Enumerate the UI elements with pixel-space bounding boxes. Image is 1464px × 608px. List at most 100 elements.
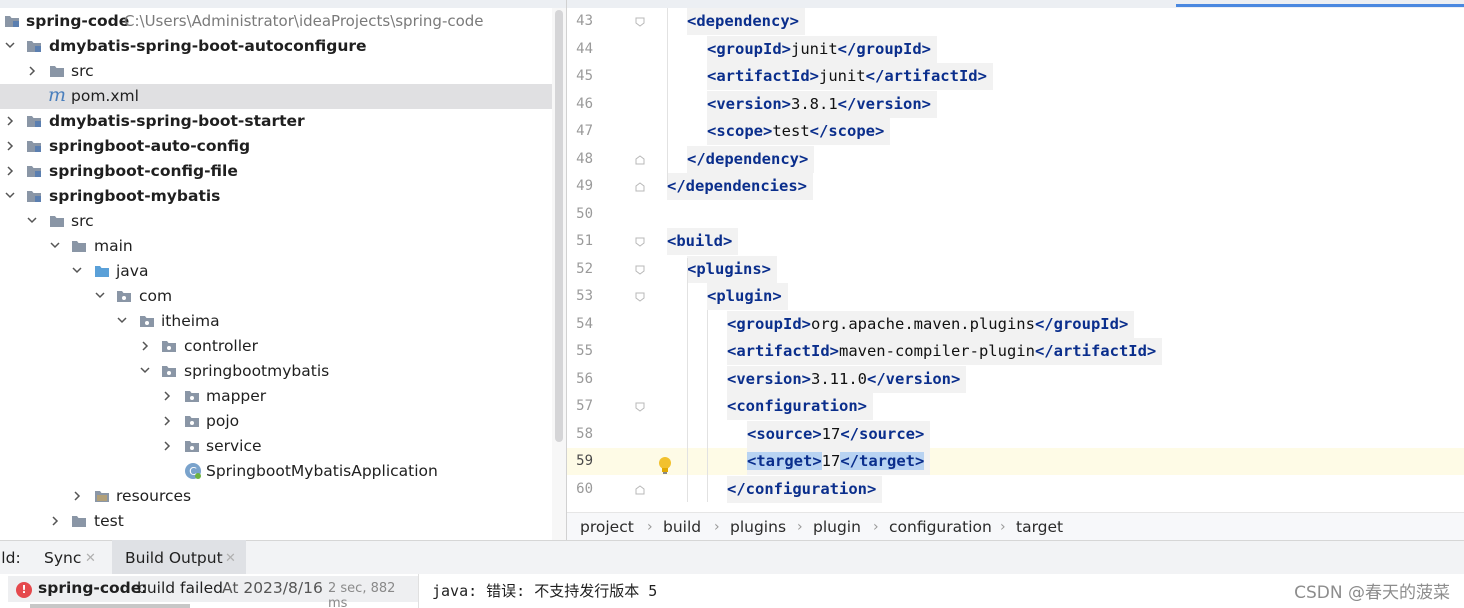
code-line[interactable]: 54 <groupId>org.apache.maven.plugins</gro… <box>567 310 1464 338</box>
close-icon[interactable]: ✕ <box>225 551 236 566</box>
code-line[interactable]: 60 </configuration> <box>567 475 1464 503</box>
tree-scrollbar-thumb[interactable] <box>555 10 563 442</box>
code-line[interactable]: 58 <source>17</source> <box>567 420 1464 448</box>
code-text[interactable]: <version>3.8.1</version> <box>707 90 937 118</box>
chevron-right-icon[interactable] <box>162 415 172 427</box>
code-text[interactable]: <artifactId>maven-compiler-plugin</artif… <box>727 338 1163 365</box>
code-text[interactable]: <plugin> <box>707 283 788 310</box>
tree-item-folder[interactable]: src <box>0 59 552 84</box>
tree-item-module[interactable]: springboot-mybatis <box>0 184 552 209</box>
fold-open-icon[interactable] <box>635 237 645 247</box>
chevron-right-icon[interactable] <box>140 340 150 352</box>
fold-close-icon[interactable] <box>635 484 645 495</box>
code-text[interactable]: <build> <box>667 228 739 255</box>
code-text[interactable]: <version>3.11.0</version> <box>727 365 967 393</box>
code-text[interactable]: <dependency> <box>687 8 805 35</box>
fold-open-icon[interactable] <box>635 292 645 302</box>
tree-item-module[interactable]: dmybatis-spring-boot-autoconfigure <box>0 34 552 59</box>
tree-item-class[interactable]: C SpringbootMybatisApplication <box>0 459 552 484</box>
fold-open-icon[interactable] <box>635 402 645 412</box>
code-text[interactable]: <configuration> <box>727 393 873 420</box>
chevron-right-icon[interactable] <box>162 390 172 402</box>
tree-item-package[interactable]: com <box>0 284 552 309</box>
code-line[interactable]: 56 <version>3.11.0</version> <box>567 365 1464 393</box>
chevron-down-icon[interactable] <box>5 190 15 202</box>
chevron-right-icon[interactable] <box>27 65 37 77</box>
chevron-right-icon[interactable] <box>162 440 172 452</box>
build-result-row[interactable]: ! spring-code: build failed At 2023/8/16… <box>8 576 418 608</box>
chevron-down-icon[interactable] <box>117 315 127 327</box>
code-text[interactable]: <artifactId>junit</artifactId> <box>707 63 993 90</box>
fold-open-icon[interactable] <box>635 17 645 27</box>
tab-sync[interactable]: Sync <box>44 549 81 567</box>
build-tree[interactable]: ! spring-code: build failed At 2023/8/16… <box>0 574 419 608</box>
chevron-down-icon[interactable] <box>72 265 82 277</box>
project-tree[interactable]: spring-code C:\Users\Administrator\ideaP… <box>0 0 566 540</box>
code-editor[interactable]: 43 <dependency> 44 <groupId>junit</groupId>… <box>567 8 1464 512</box>
tree-item-package[interactable]: controller <box>0 334 552 359</box>
chevron-down-icon[interactable] <box>5 40 15 52</box>
chevron-down-icon[interactable] <box>95 290 105 302</box>
breadcrumb-item[interactable]: plugin <box>813 518 861 536</box>
code-line[interactable]: 53 <plugin> <box>567 283 1464 310</box>
code-line[interactable]: 50 <box>567 201 1464 228</box>
code-line[interactable]: 59 <target>17</target> <box>567 448 1464 475</box>
close-icon[interactable]: ✕ <box>85 551 96 566</box>
code-line[interactable]: 55 <artifactId>maven-compiler-plugin</art… <box>567 338 1464 365</box>
code-line[interactable]: 51 <build> <box>567 228 1464 255</box>
code-text[interactable]: </dependency> <box>687 145 815 173</box>
chevron-down-icon[interactable] <box>50 240 60 252</box>
code-text[interactable]: <scope>test</scope> <box>707 118 891 145</box>
build-output-console[interactable]: java: 错误: 不支持发行版本 5 CSDN @春天的菠菜 <box>419 574 1464 608</box>
lightbulb-icon[interactable] <box>656 456 674 476</box>
code-text[interactable]: <source>17</source> <box>747 420 931 448</box>
tree-item-folder[interactable]: java <box>0 259 552 284</box>
breadcrumb-item[interactable]: target <box>1016 518 1063 536</box>
code-line[interactable]: 46 <version>3.8.1</version> <box>567 90 1464 118</box>
chevron-right-icon[interactable] <box>5 115 15 127</box>
fold-close-icon[interactable] <box>635 182 645 192</box>
code-text[interactable]: <groupId>junit</groupId> <box>707 35 937 63</box>
tree-item-module[interactable]: dmybatis-spring-boot-starter <box>0 109 552 134</box>
code-line[interactable]: 44 <groupId>junit</groupId> <box>567 35 1464 63</box>
tree-item-folder[interactable]: resources <box>0 484 552 509</box>
chevron-right-icon[interactable] <box>5 165 15 177</box>
tree-item-package[interactable]: mapper <box>0 384 552 409</box>
chevron-right-icon[interactable] <box>5 140 15 152</box>
code-line[interactable]: 47 <scope>test</scope> <box>567 118 1464 145</box>
tree-item-module[interactable]: springboot-auto-config <box>0 134 552 159</box>
breadcrumb-item[interactable]: project <box>580 518 634 536</box>
tree-item-pom-selected[interactable]: m pom.xml <box>0 84 552 109</box>
code-text[interactable]: <target>17</target> <box>747 448 931 475</box>
tree-item-folder[interactable]: main <box>0 234 552 259</box>
code-text[interactable]: <plugins> <box>687 255 777 283</box>
tree-item-folder[interactable]: test <box>0 509 552 534</box>
code-line[interactable]: 57 <configuration> <box>567 393 1464 420</box>
fold-close-icon[interactable] <box>635 154 645 165</box>
code-text[interactable]: <groupId>org.apache.maven.plugins</group… <box>727 310 1135 338</box>
chevron-right-icon[interactable] <box>72 490 82 502</box>
code-line[interactable]: 48 </dependency> <box>567 145 1464 173</box>
code-line[interactable]: 52 <plugins> <box>567 255 1464 283</box>
tree-item-spring-code[interactable]: spring-code C:\Users\Administrator\ideaP… <box>0 9 552 34</box>
tree-item-module[interactable]: springboot-config-file <box>0 159 552 184</box>
code-line[interactable]: 43 <dependency> <box>567 8 1464 35</box>
code-text[interactable]: </configuration> <box>727 475 883 503</box>
chevron-down-icon[interactable] <box>27 215 37 227</box>
tree-item-folder[interactable]: src <box>0 209 552 234</box>
breadcrumb-item[interactable]: plugins <box>730 518 786 536</box>
chevron-down-icon[interactable] <box>140 365 150 377</box>
breadcrumb-item[interactable]: configuration <box>889 518 992 536</box>
code-line[interactable]: 45 <artifactId>junit</artifactId> <box>567 63 1464 90</box>
tree-item-package[interactable]: springbootmybatis <box>0 359 552 384</box>
tree-item-package[interactable]: service <box>0 434 552 459</box>
tree-item-package[interactable]: itheima <box>0 309 552 334</box>
fold-open-icon[interactable] <box>635 265 645 275</box>
breadcrumb-item[interactable]: build <box>663 518 701 536</box>
tab-build-output[interactable]: Build Output <box>125 549 223 567</box>
code-text[interactable]: </dependencies> <box>667 173 813 200</box>
chevron-right-icon[interactable] <box>50 515 60 527</box>
code-line[interactable]: 49 </dependencies> <box>567 173 1464 200</box>
tree-item-package[interactable]: pojo <box>0 409 552 434</box>
line-number: 60 <box>576 480 593 497</box>
